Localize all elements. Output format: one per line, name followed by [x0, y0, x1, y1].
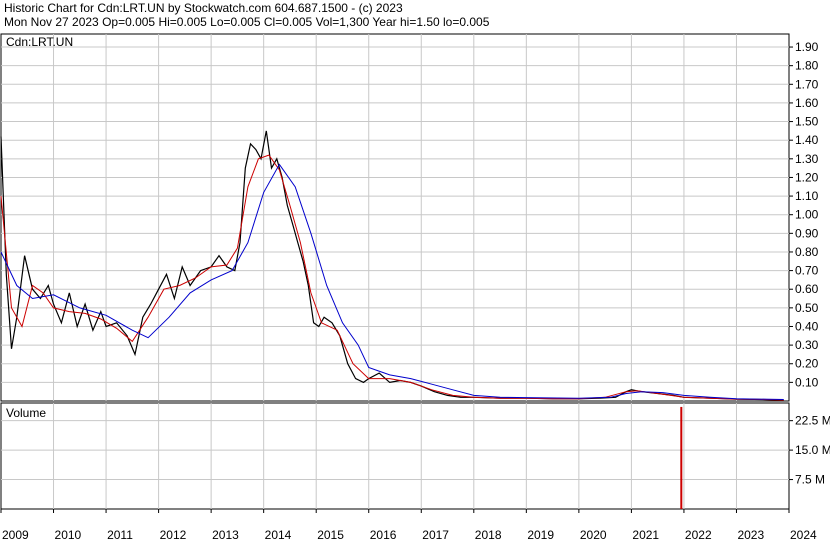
price-panel: 0.10 0.20 0.30 0.40 0.50 0.60 0.70 0.80 0.90 1.00… [0, 33, 819, 402]
x-tick-label: 2015 [317, 528, 344, 542]
price-y-tick-label: 1.90 [795, 40, 819, 54]
x-tick-label: 2009 [2, 528, 29, 542]
x-tick-label: 2016 [370, 528, 397, 542]
price-y-tick-label: 0.40 [795, 319, 819, 333]
price-y-tick-label: 1.50 [795, 115, 819, 129]
price-y-tick-label: 0.70 [795, 264, 819, 278]
price-y-tick-label: 1.00 [795, 208, 819, 222]
x-tick-label: 2021 [632, 528, 659, 542]
price-panel-label: Cdn:LRT.UN [6, 35, 73, 49]
volume-panel: 7.5 M 15.0 M 22.5 M Volume [0, 402, 830, 510]
x-tick-label: 2023 [737, 528, 764, 542]
price-y-tick-label: 1.10 [795, 189, 819, 203]
volume-bars [680, 406, 683, 509]
price-y-tick-label: 1.40 [795, 133, 819, 147]
volume-plot-area [0, 402, 790, 510]
x-tick-label: 2019 [527, 528, 554, 542]
x-axis: 2009 2010 2011 2012 2013 2014 2015 2016 2017 2018… [0, 509, 817, 542]
price-y-axis: 0.10 0.20 0.30 0.40 0.50 0.60 0.70 0.80 0.90 1.00… [789, 40, 819, 389]
price-y-tick-label: 1.80 [795, 59, 819, 73]
volume-y-axis: 7.5 M 15.0 M 22.5 M [789, 414, 830, 487]
x-tick-label: 2010 [55, 528, 82, 542]
price-y-tick-label: 0.10 [795, 375, 819, 389]
price-y-tick-label: 0.60 [795, 282, 819, 296]
volume-y-tick-label: 22.5 M [795, 414, 830, 428]
price-y-tick-label: 1.60 [795, 96, 819, 110]
price-y-tick-label: 0.90 [795, 226, 819, 240]
x-tick-label: 2011 [107, 528, 133, 542]
price-y-tick-label: 0.80 [795, 245, 819, 259]
price-y-tick-label: 1.20 [795, 170, 819, 184]
x-tick-label: 2013 [212, 528, 239, 542]
volume-y-tick-label: 7.5 M [795, 473, 825, 487]
volume-bar [680, 406, 683, 509]
x-tick-label: 2022 [685, 528, 712, 542]
price-y-tick-label: 0.50 [795, 301, 819, 315]
price-y-tick-label: 1.30 [795, 152, 819, 166]
price-y-tick-label: 0.30 [795, 338, 819, 352]
x-tick-label: 2017 [422, 528, 449, 542]
volume-panel-label: Volume [6, 406, 46, 420]
price-y-tick-label: 1.70 [795, 77, 819, 91]
x-tick-label: 2020 [580, 528, 607, 542]
x-tick-label: 2024 [790, 528, 817, 542]
price-y-tick-label: 0.20 [795, 357, 819, 371]
x-tick-label: 2012 [160, 528, 187, 542]
x-tick-label: 2014 [265, 528, 292, 542]
volume-y-tick-label: 15.0 M [795, 443, 830, 457]
x-tick-label: 2018 [475, 528, 502, 542]
chart: 0.10 0.20 0.30 0.40 0.50 0.60 0.70 0.80 0.90 1.00… [0, 33, 830, 542]
price-plot-area [0, 33, 790, 402]
